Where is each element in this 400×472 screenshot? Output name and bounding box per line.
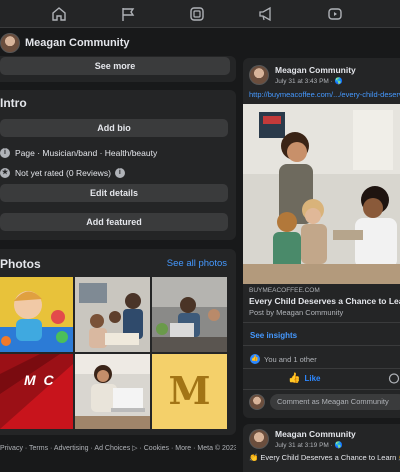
intro-title: Intro	[0, 96, 27, 110]
photo-thumbnail[interactable]: M C	[0, 354, 73, 429]
photos-title: Photos	[0, 257, 41, 271]
reactions-summary[interactable]: 👍 You and 1 other	[250, 354, 317, 364]
thumbs-up-icon: 👍	[288, 373, 301, 384]
comment-input[interactable]: Comment as Meagan Community	[270, 394, 400, 410]
page-header-bar: Meagan Community	[0, 28, 400, 58]
mc-logo-text: M C	[24, 372, 56, 388]
see-more-button[interactable]: See more	[0, 57, 230, 75]
comment-composer: Comment as Meagan Community	[249, 394, 400, 410]
link-domain: BUYMEACOFFEE.COM	[249, 287, 320, 294]
top-navigation	[0, 0, 400, 28]
photo-thumbnail[interactable]	[75, 277, 150, 352]
post-text: 👏 Every Child Deserves a Chance to Learn…	[249, 453, 400, 462]
megaphone-icon[interactable]	[258, 6, 274, 22]
post-header: Meagan Community July 31 at 3:43 PM · 🌎	[249, 65, 356, 85]
post-header: Meagan Community July 31 at 3:19 PM · 🌎	[249, 429, 356, 449]
m-logo-text: M	[168, 368, 211, 413]
like-label: Like	[304, 374, 321, 383]
divider	[243, 368, 400, 369]
commenter-avatar	[249, 394, 265, 410]
photo-thumbnail[interactable]: M	[152, 354, 227, 429]
post-timestamp[interactable]: July 31 at 3:19 PM · 🌎	[275, 441, 356, 449]
post-link[interactable]: http://buymeacoffee.com/.../every-child-…	[249, 90, 400, 99]
link-post-by: Post by Meagan Community	[249, 308, 344, 317]
page-avatar[interactable]	[0, 33, 20, 53]
divider	[243, 389, 400, 390]
video-icon[interactable]	[327, 6, 343, 22]
comment-icon[interactable]	[388, 373, 400, 384]
star-icon: ★	[0, 168, 10, 178]
author-avatar[interactable]	[249, 429, 269, 449]
rating-row: ★ Not yet rated (0 Reviews) i	[0, 168, 130, 178]
footer-links[interactable]: Privacy · Terms · Advertising · Ad Choic…	[0, 444, 236, 452]
link-headline[interactable]: Every Child Deserves a Chance to Learn	[249, 296, 400, 306]
photo-thumbnail[interactable]	[0, 277, 73, 352]
author-avatar[interactable]	[249, 65, 269, 85]
like-button[interactable]: 👍 Like	[288, 373, 320, 384]
rating-text: Not yet rated (0 Reviews)	[15, 168, 111, 178]
category-text: Page · Musician/band · Health/beauty	[15, 148, 158, 158]
post-timestamp[interactable]: July 31 at 3:43 PM · 🌎	[275, 77, 356, 85]
add-featured-button[interactable]: Add featured	[0, 213, 228, 231]
divider	[243, 322, 400, 323]
page-name[interactable]: Meagan Community	[25, 37, 130, 49]
category-row: i Page · Musician/band · Health/beauty	[0, 148, 157, 158]
marketplace-icon[interactable]	[189, 6, 205, 22]
post-author[interactable]: Meagan Community	[275, 429, 356, 439]
reactions-count: You and 1 other	[264, 354, 317, 364]
photo-thumbnail[interactable]	[152, 277, 227, 352]
info-icon: i	[0, 148, 10, 158]
about-card: See more	[0, 56, 236, 82]
add-bio-button[interactable]: Add bio	[0, 119, 228, 137]
post-author[interactable]: Meagan Community	[275, 65, 356, 75]
link-preview-image[interactable]	[243, 104, 400, 284]
flag-icon[interactable]	[120, 6, 136, 22]
home-icon[interactable]	[51, 6, 67, 22]
like-reaction-icon: 👍	[250, 354, 260, 364]
photo-thumbnail[interactable]	[75, 354, 150, 429]
see-all-photos-link[interactable]: See all photos	[167, 258, 227, 269]
divider	[243, 345, 400, 346]
rating-info-icon[interactable]: i	[114, 168, 125, 178]
see-insights-link[interactable]: See insights	[250, 331, 297, 340]
edit-details-button[interactable]: Edit details	[0, 184, 228, 202]
